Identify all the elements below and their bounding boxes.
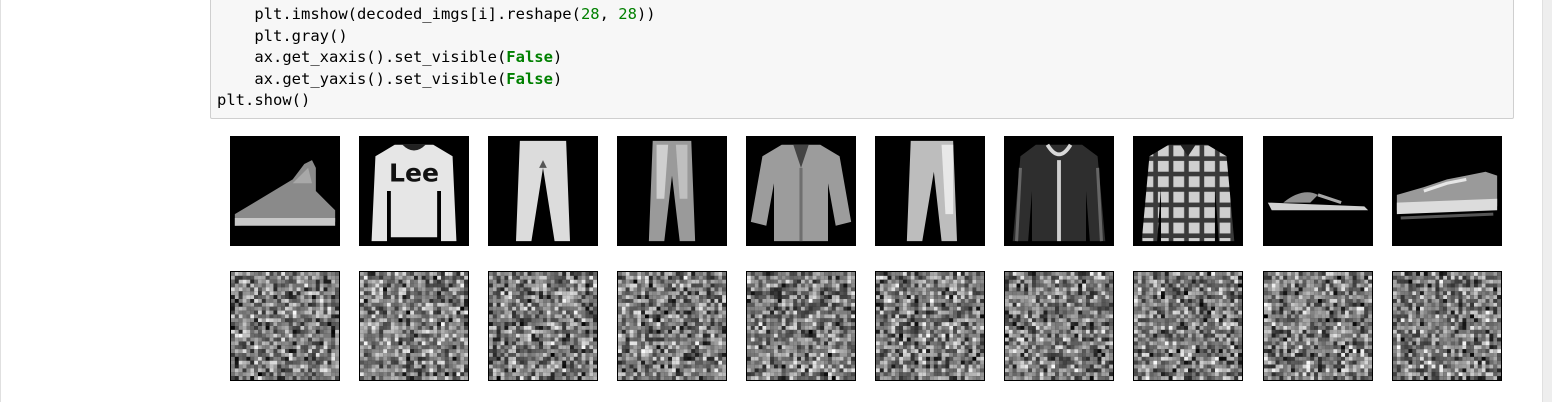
reconstructed-noise-image [359,271,469,381]
original-image-shirt [746,136,856,246]
reconstructed-noise-image [1392,271,1502,381]
code-text[interactable]: plt.imshow(decoded_imgs[i].reshape(28, 2… [217,4,656,112]
code-line: plt.gray() [217,26,348,45]
notebook-page: plt.imshow(decoded_imgs[i].reshape(28, 2… [0,0,1543,402]
reconstructed-noise-image [488,271,598,381]
original-image-coat [1004,136,1114,246]
reconstructed-noise-image [1004,271,1114,381]
code-line: ax.get_xaxis().set_visible(False) [217,48,563,66]
code-line: plt.imshow(decoded_imgs[i].reshape(28, 2… [217,5,656,23]
reconstructed-noise-image [617,271,727,381]
reconstructed-noise-image [230,271,340,381]
reconstructed-noise-image [746,271,856,381]
reconstructed-noise-image [1133,271,1243,381]
reconstructed-noise-image [875,271,985,381]
svg-text:Lee: Lee [389,158,439,187]
original-image-trouser [488,136,598,246]
output-area: Lee [210,126,1514,392]
original-image-trouser [875,136,985,246]
code-line: plt.show() [217,91,311,109]
original-image-sweater: Lee [359,136,469,246]
original-image-ankle-boot [230,136,340,246]
original-image-trouser [617,136,727,246]
window-scrollbar[interactable] [1543,0,1552,402]
code-cell[interactable]: plt.imshow(decoded_imgs[i].reshape(28, 2… [210,0,1514,119]
code-line: ax.get_yaxis().set_visible(False) [217,69,563,88]
original-image-shirt [1133,136,1243,246]
original-image-sneaker [1392,136,1502,246]
original-image-sandal [1263,136,1373,246]
reconstructed-noise-image [1263,271,1373,381]
